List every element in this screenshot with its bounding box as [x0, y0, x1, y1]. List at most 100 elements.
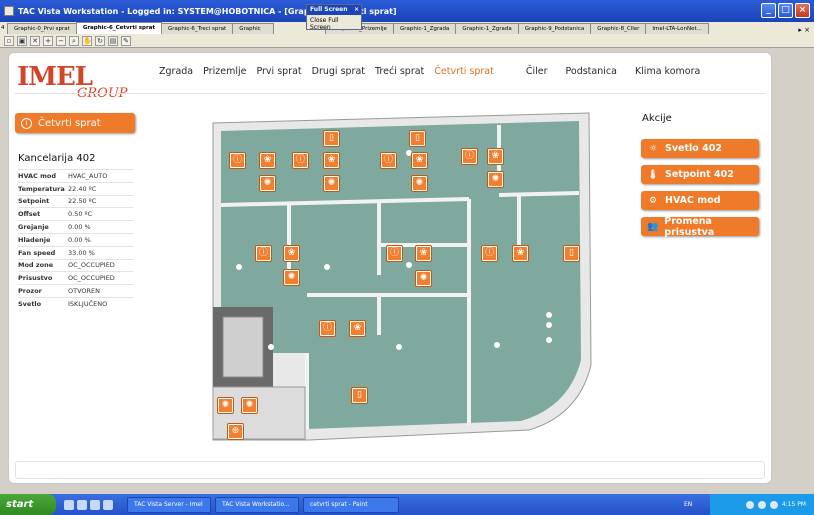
- window-title-bar[interactable]: TAC Vista Workstation - Logged in: SYSTE…: [0, 0, 814, 22]
- screen: TAC Vista Workstation - Logged in: SYSTE…: [0, 0, 814, 515]
- light-icon[interactable]: ✺: [415, 270, 432, 287]
- tab-zgrada[interactable]: Graphic-1_Zgrada: [392, 23, 457, 34]
- nav-podstanica[interactable]: Podstanica: [566, 66, 617, 77]
- fullscreen-popup-title: Full Screen ×: [307, 5, 361, 15]
- network-icon[interactable]: [745, 500, 754, 509]
- close-icon[interactable]: ×: [354, 5, 359, 15]
- minimize-icon[interactable]: _: [761, 3, 776, 18]
- tab-prvi-sprat[interactable]: Graphic-0_Prvi sprat: [7, 23, 77, 34]
- info-icon[interactable]: ⓘ: [386, 245, 403, 262]
- fan-icon[interactable]: ❀: [349, 320, 366, 337]
- prop-row: Setpoint 22.50 ºC: [18, 194, 133, 208]
- info-icon[interactable]: ⓘ: [481, 245, 498, 262]
- info-icon[interactable]: ⓘ: [229, 152, 246, 169]
- quick-launch: [64, 499, 113, 510]
- close-icon[interactable]: ×: [795, 3, 810, 18]
- maximize-icon[interactable]: □: [778, 3, 793, 18]
- browser-icon[interactable]: [77, 499, 87, 510]
- task-paint[interactable]: cetvrti sprat - Paint: [303, 496, 399, 513]
- graphic-panel: IMEL GROUP Zgrada Prizemlje Prvi sprat D…: [8, 52, 772, 484]
- prop-row: Svetlo ISKLJUČENO: [18, 296, 133, 310]
- prop-row: Mod zone OC_OCCUPIED: [18, 258, 133, 272]
- fan-icon[interactable]: ❀: [411, 152, 428, 169]
- fit-icon[interactable]: ✕: [30, 35, 40, 46]
- room-properties: HVAC mod HVAC_AUTO Temperatura 22.40 ºC Se…: [18, 169, 133, 310]
- presence-change-button[interactable]: 👥 Promena prisustva: [641, 216, 759, 238]
- fan-speed-icon[interactable]: ⊛: [227, 423, 244, 440]
- nav-cetvrti-sprat[interactable]: Četvrti sprat: [434, 66, 494, 77]
- light-icon[interactable]: ✺: [259, 175, 276, 192]
- security-icon[interactable]: [757, 500, 766, 509]
- nav-zgrada[interactable]: Zgrada: [159, 66, 193, 77]
- window-icon[interactable]: ▯: [323, 130, 340, 147]
- tab-treci-sprat[interactable]: Graphic-6_Treci sprat: [161, 23, 234, 34]
- nav-prvi-sprat[interactable]: Prvi sprat: [256, 66, 301, 77]
- tab-zgrada-2[interactable]: Graphic-1_Zgrada: [455, 23, 519, 34]
- media-icon[interactable]: [90, 499, 100, 510]
- light-icon[interactable]: ✺: [487, 171, 504, 188]
- light-402-button[interactable]: ☼ Svetlo 402: [641, 139, 759, 158]
- tab-graphic[interactable]: Graphic: [232, 23, 275, 34]
- prop-row: Prozor OTVOREN: [18, 284, 133, 297]
- fan-icon[interactable]: ❀: [283, 245, 300, 262]
- info-icon[interactable]: ⓘ: [319, 320, 336, 337]
- nav-prizemlje[interactable]: Prizemlje: [203, 66, 246, 77]
- setpoint-402-button[interactable]: 🌡 Setpoint 402: [641, 165, 759, 184]
- zoom-in-icon[interactable]: +: [43, 35, 53, 46]
- floor-plan-drawing: [212, 112, 592, 441]
- prop-row: HVAC mod HVAC_AUTO: [18, 169, 133, 182]
- info-icon[interactable]: ⓘ: [461, 148, 478, 165]
- language-indicator[interactable]: EN: [684, 501, 692, 508]
- tab-podstanica[interactable]: Graphic-9_Podstanica: [517, 23, 592, 34]
- window-icon[interactable]: ▯: [563, 245, 580, 262]
- refresh-icon[interactable]: ↻: [95, 35, 105, 46]
- app-icon[interactable]: [103, 499, 113, 510]
- tab-ciler[interactable]: Graphic-8_Cller: [590, 23, 647, 34]
- light-icon[interactable]: ✺: [241, 397, 258, 414]
- nav-ciler[interactable]: Čiler: [526, 66, 548, 77]
- fullscreen-icon[interactable]: ▣: [17, 35, 27, 46]
- task-tac-vista-server[interactable]: TAC Vista Server - Imel: [127, 496, 211, 513]
- search-icon[interactable]: ⌕: [69, 35, 79, 46]
- desktop-icon[interactable]: [64, 499, 74, 510]
- close-fullscreen-button[interactable]: Close Full Screen: [307, 15, 361, 33]
- gears-icon: ⚙: [648, 195, 658, 206]
- light-icon[interactable]: ✺: [283, 269, 300, 286]
- tab-scroll-right-icon[interactable]: ▸ ×: [794, 26, 814, 34]
- properties-icon[interactable]: ✎: [121, 35, 131, 46]
- start-button[interactable]: start: [0, 494, 56, 515]
- nav-treci-sprat[interactable]: Treći sprat: [375, 66, 424, 77]
- light-icon: ☼: [648, 143, 658, 154]
- fan-icon[interactable]: ❀: [323, 152, 340, 169]
- light-icon[interactable]: ✺: [411, 175, 428, 192]
- info-icon[interactable]: ⓘ: [292, 152, 309, 169]
- light-icon[interactable]: ✺: [323, 175, 340, 192]
- window-controls: _ □ ×: [761, 3, 810, 18]
- taskbar: start TAC Vista Server - Imel TAC Vista …: [0, 494, 814, 515]
- nav-klima-komora[interactable]: Klima komora: [635, 66, 700, 77]
- fan-icon[interactable]: ❀: [512, 245, 529, 262]
- window-icon[interactable]: ▯: [351, 387, 368, 404]
- light-icon[interactable]: ✺: [217, 397, 234, 414]
- fan-icon[interactable]: ❀: [487, 148, 504, 165]
- fan-icon[interactable]: ❀: [415, 245, 432, 262]
- floor-button[interactable]: i Četvrti sprat: [15, 113, 135, 133]
- floor-plan: ⓘ ❀ ▯ ⓘ ❀ ▯ ⓘ ❀ ⓘ ❀ ✺ ✺ ✺ ✺ ⓘ ❀ ✺ ⓘ ❀ ✺ …: [199, 95, 599, 450]
- open-icon[interactable]: ▫: [4, 35, 14, 46]
- info-icon[interactable]: ⓘ: [255, 245, 272, 262]
- toolbar: ▫ ▣ ✕ + − ⌕ ✋ ↻ ▤ ✎: [0, 34, 814, 48]
- tab-lonnet[interactable]: Imel-LTA-LonNet...: [645, 23, 709, 34]
- task-tac-vista-workstation[interactable]: TAC Vista Workstatio...: [215, 496, 299, 513]
- info-icon[interactable]: ⓘ: [380, 152, 397, 169]
- hvac-mode-button[interactable]: ⚙ HVAC mod: [641, 191, 759, 210]
- prop-row: Prisustvo OC_OCCUPIED: [18, 271, 133, 284]
- fullscreen-popup: Full Screen × Close Full Screen: [306, 4, 362, 33]
- fan-icon[interactable]: ❀: [259, 152, 276, 169]
- volume-icon[interactable]: [769, 500, 778, 509]
- tab-cetvrti-sprat[interactable]: Graphic-6_Cetvrti sprat: [75, 22, 163, 34]
- nav-drugi-sprat[interactable]: Drugi sprat: [312, 66, 365, 77]
- zoom-out-icon[interactable]: −: [56, 35, 66, 46]
- pan-icon[interactable]: ✋: [82, 35, 92, 46]
- window-icon[interactable]: ▯: [409, 130, 426, 147]
- print-icon[interactable]: ▤: [108, 35, 118, 46]
